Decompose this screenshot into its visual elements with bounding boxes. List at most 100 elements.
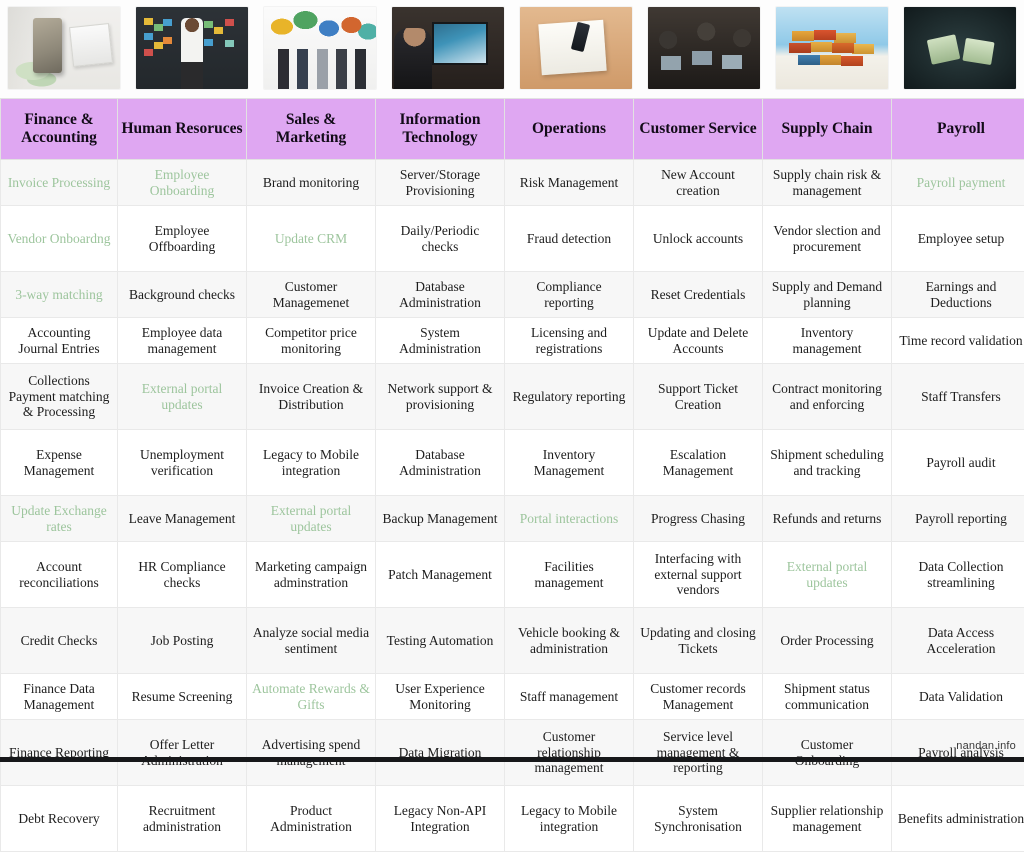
page-root: Finance & AccountingHuman ResorucesSales… [0,0,1024,762]
process-cell: Payroll audit [892,430,1024,496]
process-cell: Job Posting [118,608,247,674]
process-cell: Automate Rewards & Gifts [247,674,376,720]
process-cell: Legacy to Mobile integration [247,430,376,496]
process-cell: Escalation Management [634,430,763,496]
process-cell: Accounting Journal Entries [1,318,118,364]
process-cell: Vendor slection and procurement [763,206,892,272]
process-cell: Shipment scheduling and tracking [763,430,892,496]
process-cell: Daily/Periodic checks [376,206,505,272]
process-cell: Risk Management [505,160,634,206]
process-cell: Finance Data Management [1,674,118,720]
process-cell: Employee data management [118,318,247,364]
process-cell: External portal updates [247,496,376,542]
process-cell: Vendor Onboardng [1,206,118,272]
image-cell-information-technology [384,0,512,98]
process-cell: Service level management & reporting [634,720,763,786]
table-row: Finance ReportingOffer Letter Administra… [1,720,1024,786]
process-cell: Update and Delete Accounts [634,318,763,364]
process-cell: External portal updates [763,542,892,608]
table-row: Vendor OnboardngEmployee OffboardingUpda… [1,206,1024,272]
sales-marketing-photo [264,7,376,89]
category-image-strip [0,0,1024,98]
human-resources-photo [136,7,248,89]
process-cell: Advertising spend management [247,720,376,786]
process-cell: Interfacing with external support vendor… [634,542,763,608]
column-header: Sales & Marketing [247,99,376,160]
process-cell: Legacy to Mobile integration [505,786,634,852]
column-header: Finance & Accounting [1,99,118,160]
process-cell: Marketing campaign adminstration [247,542,376,608]
process-cell: Credit Checks [1,608,118,674]
process-cell: Inventory management [763,318,892,364]
process-cell: Licensing and registrations [505,318,634,364]
process-cell: Server/Storage Provisioning [376,160,505,206]
process-cell: Supply and Demand planning [763,272,892,318]
information-technology-photo [392,7,504,89]
process-cell: Staff management [505,674,634,720]
process-cell: Resume Screening [118,674,247,720]
image-cell-human-resources [128,0,256,98]
column-header: Operations [505,99,634,160]
column-header: Payroll [892,99,1024,160]
process-cell: Debt Recovery [1,786,118,852]
process-cell: Staff Transfers [892,364,1024,430]
bottom-bar [0,757,1024,762]
process-cell: Contract monitoring and enforcing [763,364,892,430]
table-row: Invoice ProcessingEmployee OnboardingBra… [1,160,1024,206]
customer-service-photo [648,7,760,89]
process-cell: Payroll reporting [892,496,1024,542]
process-cell: Invoice Creation & Distribution [247,364,376,430]
payroll-photo [904,7,1016,89]
finance-accounting-photo [8,7,120,89]
process-cell: New Account creation [634,160,763,206]
operations-photo [520,7,632,89]
process-cell: Account reconciliations [1,542,118,608]
process-cell: Payroll analysis [892,720,1024,786]
image-cell-supply-chain [768,0,896,98]
table-row: Expense ManagementUnemployment verificat… [1,430,1024,496]
process-cell: Refunds and returns [763,496,892,542]
process-cell: System Administration [376,318,505,364]
process-cell: Brand monitoring [247,160,376,206]
process-cell: User Experience Monitoring [376,674,505,720]
table-row: Finance Data ManagementResume ScreeningA… [1,674,1024,720]
process-cell: HR Compliance checks [118,542,247,608]
column-header: Supply Chain [763,99,892,160]
process-cell: Portal interactions [505,496,634,542]
table-row: Account reconciliationsHR Compliance che… [1,542,1024,608]
process-cell: Reset Credentials [634,272,763,318]
process-cell: Fraud detection [505,206,634,272]
image-cell-finance-accounting [0,0,128,98]
table-head: Finance & AccountingHuman ResorucesSales… [1,99,1024,160]
process-cell: Update CRM [247,206,376,272]
process-cell: Finance Reporting [1,720,118,786]
process-cell: Employee Offboarding [118,206,247,272]
process-cell: Updating and closing Tickets [634,608,763,674]
table-row: Accounting Journal EntriesEmployee data … [1,318,1024,364]
process-cell: Customer relationship management [505,720,634,786]
process-cell: Update Exchange rates [1,496,118,542]
process-cell: Regulatory reporting [505,364,634,430]
process-cell: Database Administration [376,430,505,496]
process-cell: Employee Onboarding [118,160,247,206]
process-cell: Shipment status communication [763,674,892,720]
process-cell: Patch Management [376,542,505,608]
site-watermark: nandan.info [956,740,1016,752]
process-cell: Support Ticket Creation [634,364,763,430]
process-cell: Product Administration [247,786,376,852]
process-cell: Payroll payment [892,160,1024,206]
process-cell: Invoice Processing [1,160,118,206]
process-cell: Compliance reporting [505,272,634,318]
process-cell: Background checks [118,272,247,318]
column-header: Customer Service [634,99,763,160]
process-cell: External portal updates [118,364,247,430]
process-cell: Offer Letter Administration [118,720,247,786]
process-cell: Recruitment administration [118,786,247,852]
column-header: Information Technology [376,99,505,160]
process-cell: Data Validation [892,674,1024,720]
process-cell: Customer Managemenet [247,272,376,318]
process-cell: Supply chain risk & management [763,160,892,206]
image-cell-customer-service [640,0,768,98]
table-row: Collections Payment matching & Processin… [1,364,1024,430]
table-body: Invoice ProcessingEmployee OnboardingBra… [1,160,1024,852]
